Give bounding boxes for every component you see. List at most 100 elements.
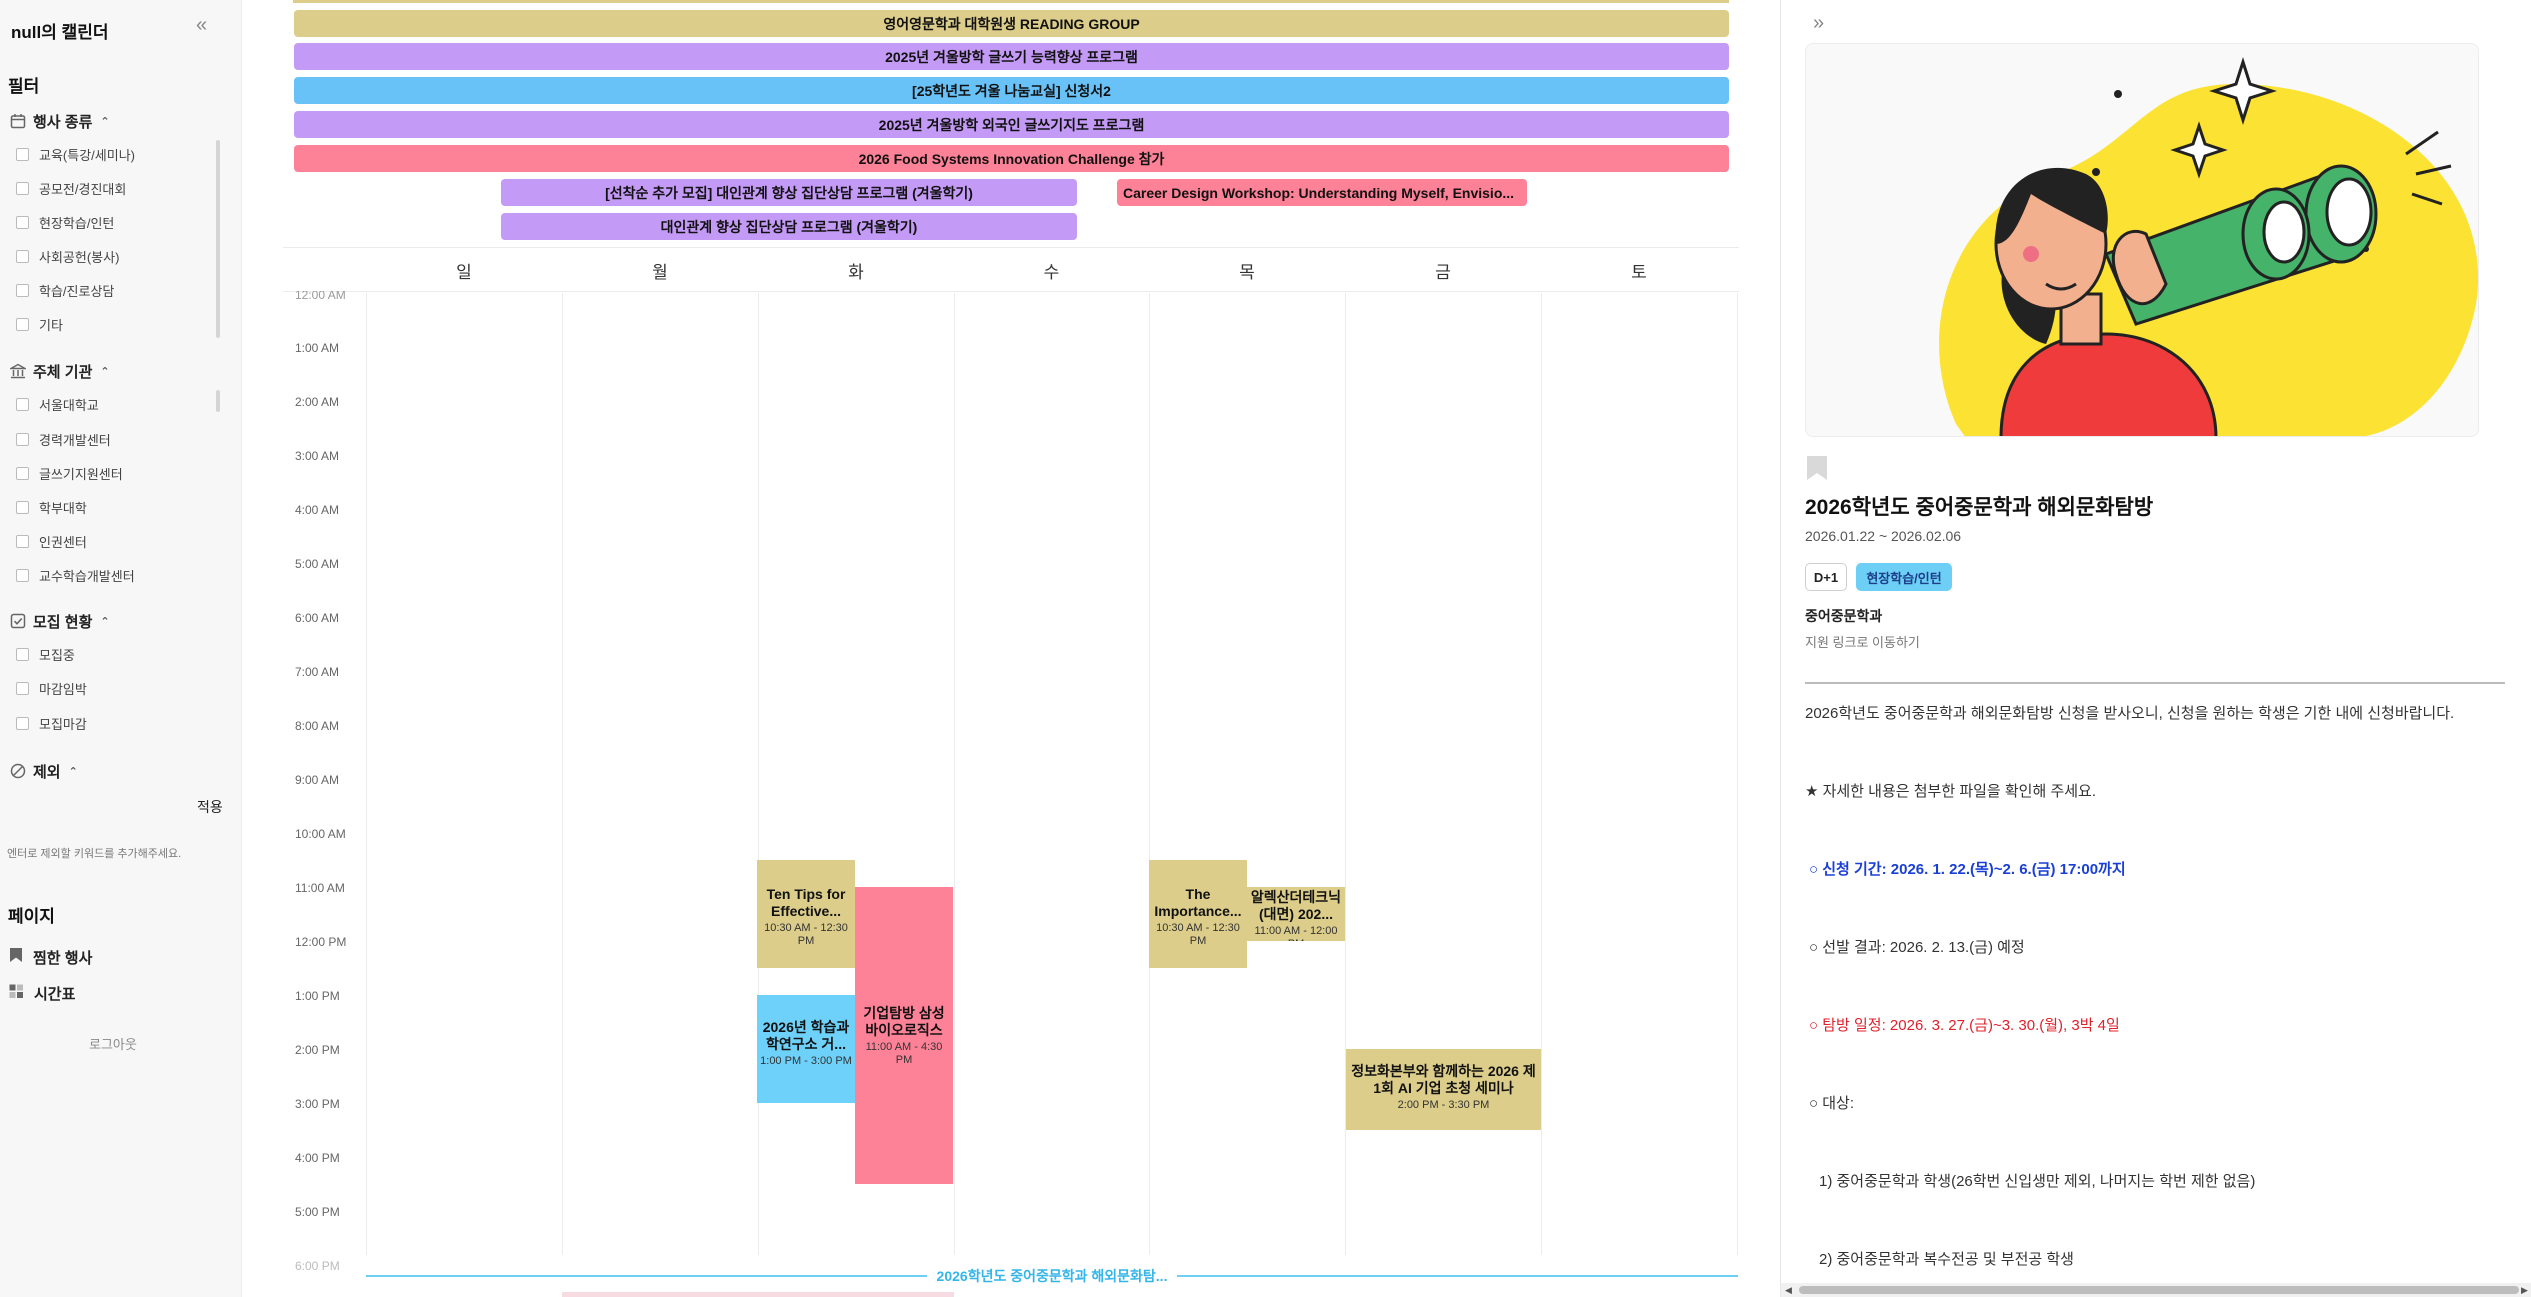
description-line: ★ 자세한 내용은 첨부한 파일을 확인해 주세요. (1805, 783, 2097, 800)
bookmark-icon[interactable] (1805, 455, 1829, 481)
filter-option-closing-soon[interactable]: 마감임박 (16, 678, 87, 698)
checkbox[interactable] (16, 534, 29, 548)
checkbox[interactable] (16, 215, 29, 229)
filter-option-volunteer[interactable]: 사회공헌(봉사) (16, 246, 119, 266)
scrollbar-thumb[interactable] (1799, 1286, 2519, 1294)
header-divider (283, 291, 1739, 292)
checkbox[interactable] (16, 500, 29, 514)
allday-event[interactable]: 2025년 겨울방학 글쓰기 능력향상 프로그램 (294, 43, 1729, 70)
filter-group-recruit-status[interactable]: 모집 현황 ⌃ (9, 610, 110, 632)
allday-divider (283, 247, 1739, 248)
apply-exclude-button[interactable]: 적용 (197, 797, 223, 817)
checkbox[interactable] (16, 716, 29, 730)
checkbox[interactable] (16, 681, 29, 695)
hour-label: 4:00 AM (295, 503, 340, 517)
description-line-application-period: ○ 신청 기간: 2026. 1. 22.(목)~2. 6.(금) 17:00까… (1809, 861, 2126, 878)
checkbox[interactable] (16, 568, 29, 582)
event-title: The Importance... (1154, 886, 1242, 919)
filter-option-closed[interactable]: 모집마감 (16, 713, 87, 733)
page-link-timetable[interactable]: 시간표 (9, 982, 75, 1004)
filter-group-event-type[interactable]: 행사 종류 ⌃ (9, 110, 110, 132)
scroll-right-arrow-icon[interactable]: ▶ (2521, 1283, 2528, 1297)
pages-title: 페이지 (8, 907, 55, 926)
checkbox[interactable] (16, 317, 29, 331)
chevron-up-icon: ⌃ (100, 615, 110, 628)
filter-option-education[interactable]: 교육(특강/세미나) (16, 144, 135, 164)
sidebar: null의 캘린더 « 필터 행사 종류 ⌃ 교육(특강/세미나) 공모전/경진… (0, 0, 242, 1297)
event-title: 알렉산더테크닉(대면) 202... (1250, 889, 1342, 922)
exclude-keyword-input[interactable] (8, 794, 188, 818)
day-header-wed: 수 (1043, 262, 1060, 282)
filter-group-label: 제외 (33, 763, 61, 781)
filter-option-snu[interactable]: 서울대학교 (16, 394, 99, 414)
filter-group-label: 모집 현황 (33, 613, 93, 631)
allday-event[interactable]: [선착순 추가 모집] 대인관계 향상 집단상담 프로그램 (겨울학기) (501, 179, 1077, 206)
option-label: 마감임박 (39, 681, 87, 697)
organizer-list-scrollbar[interactable] (216, 390, 220, 412)
institution-icon (9, 362, 27, 380)
timed-event-ten-tips[interactable]: Ten Tips for Effective... 10:30 AM - 12:… (757, 860, 855, 968)
filter-option-faculty-college[interactable]: 학부대학 (16, 497, 87, 517)
timed-event-alexander-technique[interactable]: 알렉산더테크닉(대면) 202... 11:00 AM - 12:00 PM (1247, 887, 1345, 941)
page-link-bookmarked-events[interactable]: 찜한 행사 (9, 946, 92, 968)
collapse-sidebar-icon[interactable]: « (196, 15, 207, 35)
checkbox[interactable] (16, 397, 29, 411)
logout-link[interactable]: 로그아웃 (89, 1034, 137, 1053)
timed-event-learning-lab[interactable]: 2026년 학습과 학연구소 거... 1:00 PM - 3:00 PM (757, 995, 855, 1103)
filter-option-human-rights[interactable]: 인권센터 (16, 531, 87, 551)
allday-event[interactable]: [25학년도 겨울 나눔교실] 신청서2 (294, 77, 1729, 104)
allday-event[interactable]: 대인관계 향상 집단상담 프로그램 (겨울학기) (501, 213, 1077, 240)
checkbox[interactable] (16, 283, 29, 297)
banner-label: 2026학년도 중어중문학과 해외문화탐... (936, 1268, 1168, 1284)
timed-event-samsung-biologics[interactable]: 기업탐방 삼성바이오로직스 11:00 AM - 4:30 PM (855, 887, 953, 1184)
checkbox[interactable] (16, 147, 29, 161)
filter-option-career-center[interactable]: 경력개발센터 (16, 429, 111, 449)
filter-group-organizer[interactable]: 주체 기관 ⌃ (9, 360, 110, 382)
filter-group-exclude[interactable]: 제외 ⌃ (9, 760, 78, 782)
app-title: null의 캘린더 (11, 23, 109, 42)
page-link-label: 시간표 (34, 985, 76, 1003)
event-title: 2026년 학습과 학연구소 거... (762, 1019, 850, 1052)
apply-link[interactable]: 지원 링크로 이동하기 (1805, 632, 1920, 651)
close-panel-icon[interactable]: » (1813, 12, 1824, 35)
filter-option-contest[interactable]: 공모전/경진대회 (16, 178, 126, 198)
allday-event[interactable]: 영어영문학과 대학원생 READING GROUP (294, 10, 1729, 37)
event-detail-panel: » 2026학년도 중어중문학과 해외문화탐방 2026.01.22 ~ 202… (1780, 0, 2531, 1297)
hour-label: 6:00 AM (295, 611, 340, 625)
checkbox[interactable] (16, 647, 29, 661)
checkbox[interactable] (16, 181, 29, 195)
checkbox[interactable] (16, 432, 29, 446)
filter-list-scrollbar[interactable] (216, 140, 220, 338)
option-label: 학부대학 (39, 500, 87, 516)
filter-option-teaching-center[interactable]: 교수학습개발센터 (16, 565, 135, 585)
filter-option-writing-center[interactable]: 글쓰기지원센터 (16, 463, 123, 483)
horizontal-scrollbar[interactable]: ◀ ▶ (1781, 1283, 2531, 1297)
checkbox[interactable] (16, 249, 29, 263)
day-column-line (1737, 293, 1738, 1255)
timed-event-the-importance[interactable]: The Importance... 10:30 AM - 12:30 PM (1149, 860, 1247, 968)
day-header-tue: 화 (848, 262, 864, 282)
day-column-line (1149, 293, 1150, 1255)
banner-line (366, 1275, 927, 1277)
filter-option-recruiting[interactable]: 모집중 (16, 644, 75, 664)
hour-label: 4:00 PM (295, 1151, 340, 1165)
allday-event-clipped[interactable] (293, 0, 1729, 3)
event-illustration (1805, 43, 2479, 437)
scroll-left-arrow-icon[interactable]: ◀ (1785, 1283, 1792, 1297)
filter-option-counseling[interactable]: 학습/진로상담 (16, 280, 114, 300)
allday-event[interactable]: Career Design Workshop: Understanding My… (1117, 179, 1527, 206)
filter-group-label: 행사 종류 (33, 113, 93, 131)
event-organizer: 중어중문학과 (1805, 608, 1883, 624)
clipped-event-preview (562, 1292, 954, 1297)
multiday-event-banner[interactable]: 2026학년도 중어중문학과 해외문화탐... (366, 1267, 1739, 1285)
description-line: ○ 대상: (1809, 1095, 1854, 1112)
timed-event-ai-seminar[interactable]: 정보화본부와 함께하는 2026 제1회 AI 기업 초청 세미나 2:00 P… (1346, 1049, 1541, 1130)
hour-label: 10:00 AM (295, 827, 346, 841)
checkbox[interactable] (16, 466, 29, 480)
filter-option-fieldtrip[interactable]: 현장학습/인턴 (16, 212, 114, 232)
allday-event[interactable]: 2025년 겨울방학 외국인 글쓰기지도 프로그램 (294, 111, 1729, 138)
detail-divider (1805, 682, 2505, 684)
allday-event[interactable]: 2026 Food Systems Innovation Challenge 참… (294, 145, 1729, 172)
hour-label: 11:00 AM (295, 881, 345, 895)
filter-option-other[interactable]: 기타 (16, 314, 63, 334)
